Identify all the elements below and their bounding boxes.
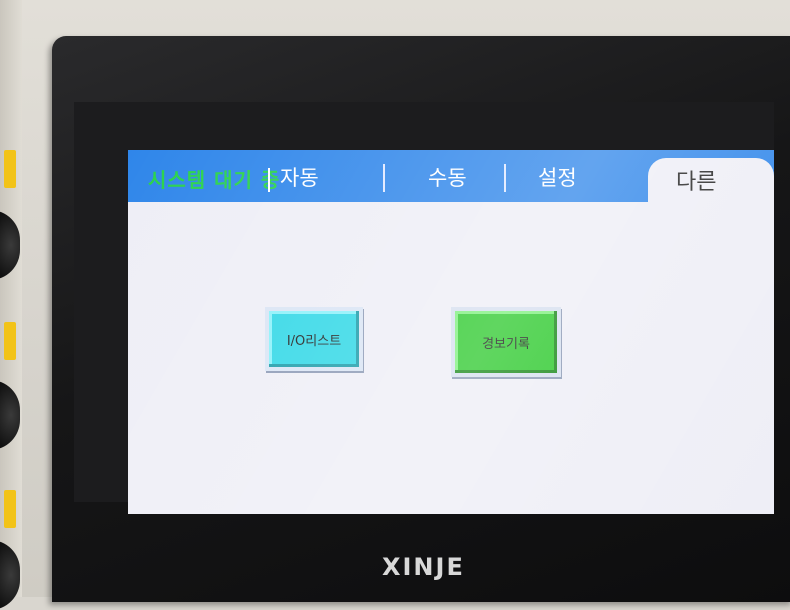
tab-manual[interactable]: 수동: [428, 162, 467, 192]
io-list-button[interactable]: I/O리스트: [265, 307, 363, 371]
panel-knob: [0, 210, 20, 280]
alarm-log-button[interactable]: 경보기록: [451, 307, 561, 377]
alarm-log-button-label: 경보기록: [482, 336, 530, 352]
tab-auto[interactable]: 자동: [280, 162, 319, 192]
system-status-text: 시스템 대기 중: [148, 168, 281, 192]
hmi-screen: 시스템 대기 중 자동 수동 설정 다른 I/O리스트 경보기록: [128, 150, 774, 514]
tab-separator: [383, 164, 385, 192]
yellow-label-tag: [4, 322, 16, 360]
brand-logo: XINJE: [382, 553, 465, 581]
tab-separator: [504, 164, 506, 192]
panel-knob: [0, 540, 20, 610]
panel-knob: [0, 380, 20, 450]
tab-settings[interactable]: 설정: [538, 162, 577, 192]
cabinet-edge: [0, 0, 22, 610]
io-list-button-label: I/O리스트: [286, 333, 342, 349]
text-cursor: [268, 168, 270, 192]
yellow-label-tag: [4, 490, 16, 528]
yellow-label-tag: [4, 150, 16, 188]
tab-other-label: 다른: [676, 170, 717, 195]
